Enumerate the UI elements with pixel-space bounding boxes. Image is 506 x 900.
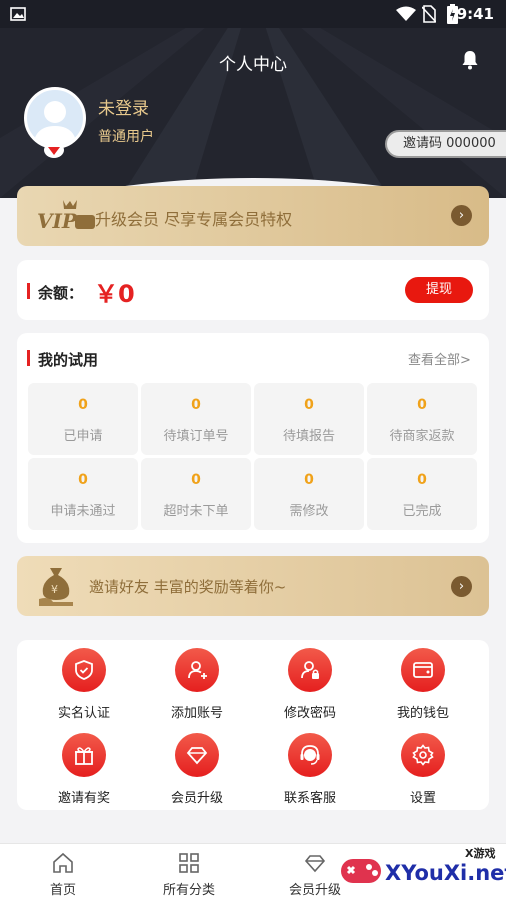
watermark-big-text: XYouXi.net xyxy=(385,861,506,885)
trial-label: 待填报告 xyxy=(282,429,335,444)
trial-count: 0 xyxy=(304,472,314,488)
no-sim-icon xyxy=(422,5,436,23)
vip-arrow-icon[interactable]: › xyxy=(451,205,472,226)
service-label: 修改密码 xyxy=(283,706,336,721)
wallet-icon xyxy=(401,648,445,692)
balance-marker xyxy=(27,283,30,299)
trial-label: 已完成 xyxy=(402,504,442,519)
balance-label: 余额： xyxy=(38,284,84,302)
diamond-icon xyxy=(304,855,326,873)
add-user-icon xyxy=(175,648,219,692)
trial-count: 0 xyxy=(191,397,201,413)
diamond-icon xyxy=(175,733,219,777)
watermark-logo-icon xyxy=(341,859,381,883)
gear-icon xyxy=(401,733,445,777)
service-label: 联系客服 xyxy=(283,791,336,806)
user-lock-icon xyxy=(288,648,332,692)
user-name[interactable]: 未登录 xyxy=(98,94,149,119)
watermark-small-text: X游戏 xyxy=(465,847,496,860)
headset-icon xyxy=(288,733,332,777)
tab-label: 首页 xyxy=(49,883,76,898)
image-notification-icon xyxy=(10,7,26,21)
grid-icon xyxy=(179,853,199,873)
trial-stat-needs-edit[interactable]: 0 需修改 xyxy=(254,458,364,530)
invite-banner-text: 邀请好友 丰富的奖励等着你~ xyxy=(89,578,287,596)
trial-label: 超时未下单 xyxy=(163,504,229,519)
money-bag-icon: ¥ xyxy=(39,568,73,606)
trial-count: 0 xyxy=(417,397,427,413)
invite-friends-banner[interactable]: ¥ 邀请好友 丰富的奖励等着你~ › xyxy=(17,556,489,616)
svg-text:¥: ¥ xyxy=(51,583,58,596)
page-title: 个人中心 xyxy=(219,55,287,75)
trial-label: 已申请 xyxy=(63,429,103,444)
trial-count: 0 xyxy=(304,397,314,413)
status-bar: 9:41 xyxy=(0,0,506,28)
vip-logo-icon: VIP xyxy=(37,200,95,233)
avatar[interactable] xyxy=(24,87,86,149)
default-user-silhouette-icon xyxy=(33,101,77,146)
trial-stat-order-pending[interactable]: 0 待填订单号 xyxy=(141,383,251,455)
trials-marker xyxy=(27,350,30,366)
tab-home[interactable]: 首页 xyxy=(0,844,126,900)
service-label: 设置 xyxy=(409,791,436,806)
trial-stat-rejected[interactable]: 0 申请未通过 xyxy=(28,458,138,530)
service-label: 邀请有奖 xyxy=(57,791,110,806)
clock: 9:41 xyxy=(456,5,494,23)
trial-count: 0 xyxy=(191,472,201,488)
svg-text:VIP: VIP xyxy=(37,209,78,233)
view-all-link[interactable]: 查看全部> xyxy=(408,349,471,368)
trials-title: 我的试用 xyxy=(38,351,99,369)
vip-upgrade-banner[interactable]: VIP 升级会员 尽享专属会员特权 › xyxy=(17,186,489,246)
invite-code-badge[interactable]: 邀请码 000000 xyxy=(385,130,506,158)
vip-banner-text: 升级会员 尽享专属会员特权 xyxy=(95,210,293,229)
trial-label: 申请未通过 xyxy=(50,504,116,519)
balance-value: ￥0 xyxy=(94,280,135,308)
bell-icon[interactable] xyxy=(461,50,479,70)
trial-count: 0 xyxy=(417,472,427,488)
gift-icon xyxy=(62,733,106,777)
service-label: 会员升级 xyxy=(170,791,223,806)
trial-stat-timeout[interactable]: 0 超时未下单 xyxy=(141,458,251,530)
trial-count: 0 xyxy=(78,472,88,488)
trial-stat-refund-pending[interactable]: 0 待商家返款 xyxy=(367,383,477,455)
trial-stat-completed[interactable]: 0 已完成 xyxy=(367,458,477,530)
service-label: 实名认证 xyxy=(57,706,110,721)
trial-label: 需修改 xyxy=(289,504,329,519)
membership-badge-icon xyxy=(44,142,64,158)
trial-label: 待商家返款 xyxy=(389,429,455,444)
watermark: X游戏 XYouXi.net xyxy=(335,843,506,900)
shield-icon xyxy=(62,648,106,692)
tab-categories[interactable]: 所有分类 xyxy=(126,844,252,900)
user-level: 普通用户 xyxy=(98,129,154,145)
invite-arrow-icon[interactable]: › xyxy=(451,576,472,597)
trial-count: 0 xyxy=(78,397,88,413)
trial-stat-report-pending[interactable]: 0 待填报告 xyxy=(254,383,364,455)
tab-label: 所有分类 xyxy=(162,883,215,898)
wifi-icon xyxy=(396,6,416,21)
trial-label: 待填订单号 xyxy=(163,429,229,444)
home-icon xyxy=(53,852,73,873)
service-label: 添加账号 xyxy=(170,706,223,721)
trial-stat-applied[interactable]: 0 已申请 xyxy=(28,383,138,455)
service-label: 我的钱包 xyxy=(396,706,449,721)
withdraw-button[interactable]: 提现 xyxy=(405,277,473,303)
